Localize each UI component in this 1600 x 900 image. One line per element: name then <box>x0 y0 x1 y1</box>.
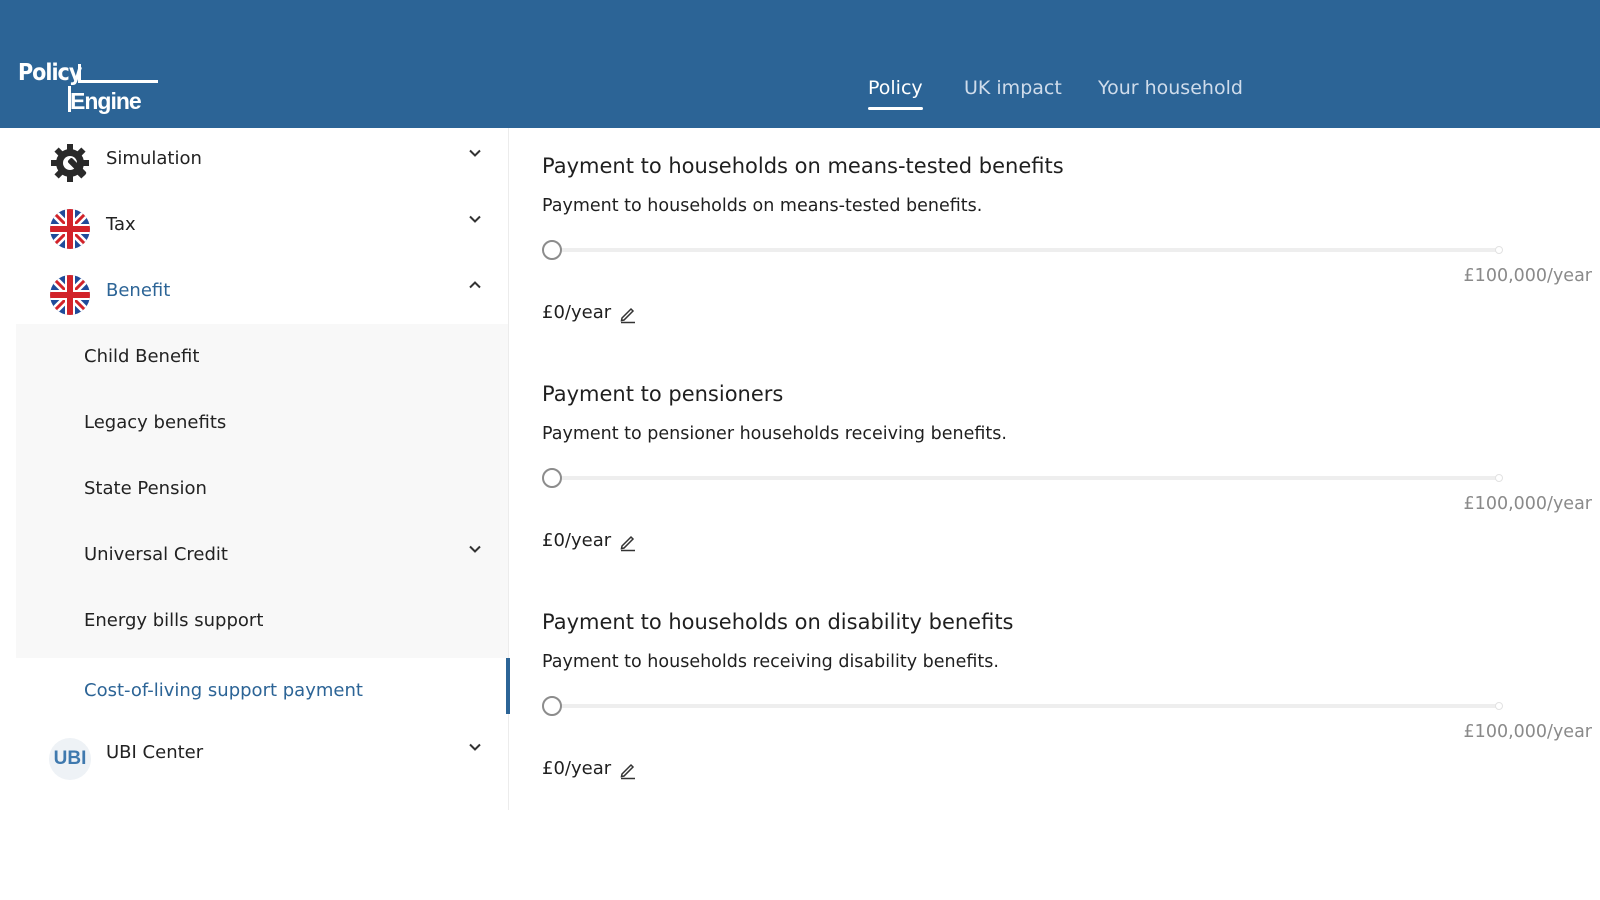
sidebar-subitem-state-pension[interactable]: State Pension <box>16 456 508 522</box>
sidebar: Simulation Tax Benefit Child Benefit Leg… <box>16 128 510 810</box>
slider-end-mark <box>1495 702 1503 710</box>
sidebar-item-label: UBI Center <box>106 742 204 763</box>
sidebar-subitem-label: Universal Credit <box>84 544 228 565</box>
parameter-value: £0/year <box>542 530 612 551</box>
tab-uk-impact[interactable]: UK impact <box>964 76 1062 110</box>
sidebar-item-label: Benefit <box>106 280 171 301</box>
sidebar-subitem-cost-of-living-support-payment[interactable]: Cost-of-living support payment <box>16 658 510 724</box>
parameter-disability: Payment to households on disability bene… <box>542 584 1592 804</box>
tab-policy[interactable]: Policy <box>868 76 923 110</box>
slider-max-label: £100,000/year <box>1463 494 1592 514</box>
chevron-down-icon[interactable] <box>468 542 482 556</box>
sidebar-item-label: Simulation <box>106 148 202 169</box>
parameter-pensioners: Payment to pensioners Payment to pension… <box>542 356 1592 576</box>
chevron-down-icon[interactable] <box>468 146 482 160</box>
parameter-slider[interactable] <box>542 696 1508 716</box>
logo-stroke <box>78 80 158 83</box>
parameter-title: Payment to households on means-tested be… <box>542 154 1064 178</box>
slider-track[interactable] <box>550 704 1500 708</box>
pencil-edit-icon[interactable] <box>618 532 638 552</box>
slider-max-label: £100,000/year <box>1463 266 1592 286</box>
chevron-down-icon[interactable] <box>468 740 482 754</box>
sidebar-item-label: Tax <box>106 214 136 235</box>
slider-track[interactable] <box>550 248 1500 252</box>
policyengine-logo[interactable]: Policy Engine <box>18 60 158 120</box>
parameter-means-tested: Payment to households on means-tested be… <box>542 128 1592 348</box>
sidebar-subitem-energy-bills-support[interactable]: Energy bills support <box>16 588 508 654</box>
sidebar-item-ubi-center[interactable]: UBI UBI Center <box>16 722 508 788</box>
sidebar-item-simulation[interactable]: Simulation <box>16 128 508 194</box>
parameter-panel: Payment to households on means-tested be… <box>510 128 1600 810</box>
ubi-logo-icon: UBI <box>49 738 91 780</box>
parameter-slider[interactable] <box>542 240 1508 260</box>
pencil-edit-icon[interactable] <box>618 760 638 780</box>
parameter-description: Payment to households on means-tested be… <box>542 196 983 216</box>
slider-thumb[interactable] <box>542 468 562 488</box>
parameter-description: Payment to households receiving disabili… <box>542 652 999 672</box>
uk-flag-icon <box>50 209 90 249</box>
slider-thumb[interactable] <box>542 240 562 260</box>
slider-thumb[interactable] <box>542 696 562 716</box>
slider-end-mark <box>1495 246 1503 254</box>
tab-your-household[interactable]: Your household <box>1098 76 1243 110</box>
slider-track[interactable] <box>550 476 1500 480</box>
pencil-edit-icon[interactable] <box>618 304 638 324</box>
sidebar-subitem-label: State Pension <box>84 478 207 499</box>
chevron-up-icon[interactable] <box>468 278 482 292</box>
sidebar-subitem-child-benefit[interactable]: Child Benefit <box>16 324 508 390</box>
top-header: Policy Engine Policy UK impact Your hous… <box>0 0 1600 128</box>
sidebar-subitem-legacy-benefits[interactable]: Legacy benefits <box>16 390 508 456</box>
chevron-down-icon[interactable] <box>468 212 482 226</box>
sidebar-subitem-universal-credit[interactable]: Universal Credit <box>16 522 508 588</box>
parameter-title: Payment to pensioners <box>542 382 784 406</box>
logo-text-policy: Policy <box>18 60 82 86</box>
slider-end-mark <box>1495 474 1503 482</box>
sidebar-subitem-label: Child Benefit <box>84 346 200 367</box>
parameter-value: £0/year <box>542 302 612 323</box>
benefit-submenu: Child Benefit Legacy benefits State Pens… <box>16 324 508 662</box>
logo-stroke <box>68 86 71 112</box>
sidebar-item-benefit[interactable]: Benefit <box>16 260 508 326</box>
sidebar-subitem-label: Legacy benefits <box>84 412 227 433</box>
parameter-description: Payment to pensioner households receivin… <box>542 424 1007 444</box>
gear-wrench-icon <box>51 144 89 182</box>
sidebar-subitem-label: Cost-of-living support payment <box>84 680 363 701</box>
parameter-title: Payment to households on disability bene… <box>542 610 1014 634</box>
slider-max-label: £100,000/year <box>1463 722 1592 742</box>
sidebar-subitem-label: Energy bills support <box>84 610 264 631</box>
sidebar-item-tax[interactable]: Tax <box>16 194 508 260</box>
parameter-value: £0/year <box>542 758 612 779</box>
logo-text-engine: Engine <box>70 88 142 114</box>
parameter-slider[interactable] <box>542 468 1508 488</box>
uk-flag-icon <box>50 275 90 315</box>
